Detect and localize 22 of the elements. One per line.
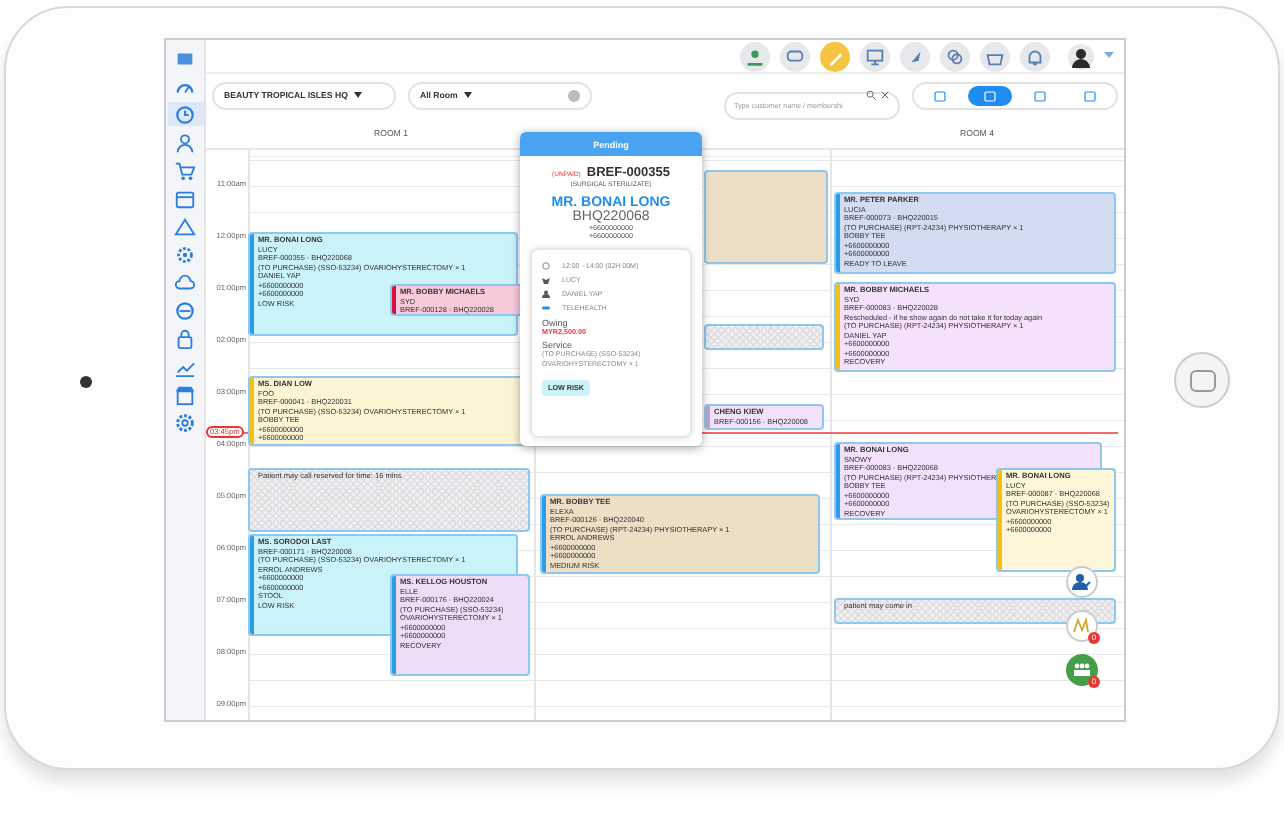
calendar-view-button[interactable]: [967, 85, 1012, 106]
basket-icon[interactable]: [980, 41, 1010, 72]
close-icon[interactable]: [880, 90, 890, 101]
avatar[interactable]: [1068, 43, 1094, 70]
calendar-icon: [983, 89, 996, 102]
person-check-icon: [1072, 572, 1092, 592]
caret-icon[interactable]: [1104, 52, 1114, 61]
home-button[interactable]: [1174, 352, 1230, 408]
calendar-icon: [1084, 89, 1097, 102]
monitor-icon[interactable]: [860, 41, 890, 72]
calendar-icon: [1034, 89, 1047, 102]
caret-icon: [463, 92, 472, 99]
camera-dot: [79, 376, 91, 388]
caret-icon: [353, 92, 362, 99]
signature-icon: [1072, 616, 1092, 636]
clear-icon[interactable]: [568, 89, 580, 102]
people-icon: [1072, 660, 1092, 680]
calendar-icon: [933, 89, 946, 102]
bell-icon[interactable]: [1020, 41, 1050, 72]
search-icon[interactable]: [866, 90, 876, 101]
floating-button[interactable]: [1066, 566, 1098, 598]
coins-icon[interactable]: [940, 41, 970, 72]
